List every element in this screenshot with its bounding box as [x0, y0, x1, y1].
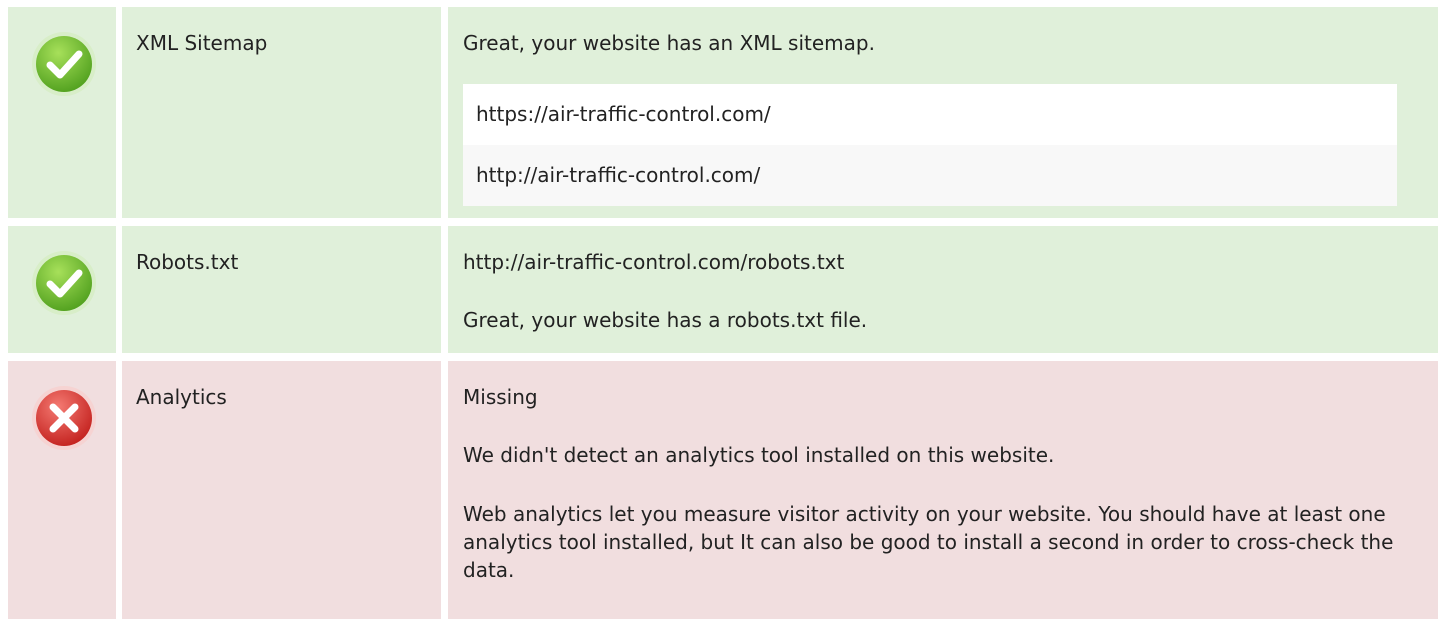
check-label-cell: Analytics	[122, 361, 441, 619]
status-cell	[8, 226, 116, 353]
checkmark-icon	[32, 251, 96, 315]
status-cell	[8, 7, 116, 218]
check-content-cell: Missing We didn't detect an analytics to…	[448, 361, 1438, 619]
check-message: Great, your website has a robots.txt fil…	[463, 308, 868, 332]
sitemap-url-list: https://air-traffic-control.com/ http://…	[463, 84, 1397, 206]
checkmark-icon	[32, 32, 96, 96]
check-label: Robots.txt	[136, 250, 239, 274]
check-message: We didn't detect an analytics tool insta…	[463, 443, 1055, 467]
status-cell	[8, 361, 116, 619]
check-row-robots-txt: Robots.txt http://air-traffic-control.co…	[0, 226, 1446, 353]
check-content-cell: Great, your website has an XML sitemap. …	[448, 7, 1438, 218]
check-label-cell: XML Sitemap	[122, 7, 441, 218]
sitemap-url: https://air-traffic-control.com/	[463, 84, 1397, 145]
robots-url: http://air-traffic-control.com/robots.tx…	[463, 250, 845, 274]
check-content-cell: http://air-traffic-control.com/robots.tx…	[448, 226, 1438, 353]
check-label: XML Sitemap	[136, 31, 268, 55]
status-value: Missing	[463, 385, 538, 409]
check-label: Analytics	[136, 385, 227, 409]
check-label-cell: Robots.txt	[122, 226, 441, 353]
check-message: Great, your website has an XML sitemap.	[463, 31, 875, 55]
cross-icon	[32, 386, 96, 450]
check-row-analytics: Analytics Missing We didn't detect an an…	[0, 361, 1446, 619]
check-advice: Web analytics let you measure visitor ac…	[463, 502, 1394, 582]
check-row-xml-sitemap: XML Sitemap Great, your website has an X…	[0, 7, 1446, 218]
sitemap-url: http://air-traffic-control.com/	[463, 145, 1397, 206]
